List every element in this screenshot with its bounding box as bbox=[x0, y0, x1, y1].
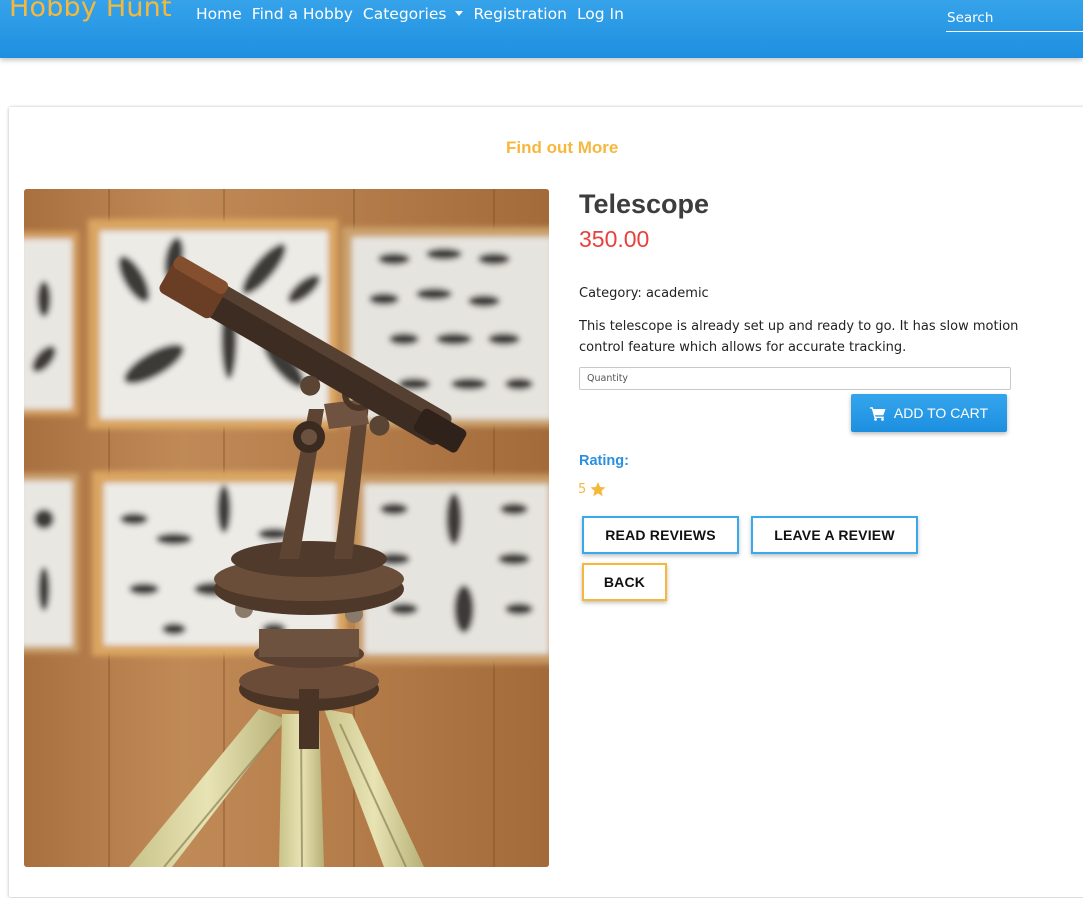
shopping-cart-icon bbox=[869, 406, 886, 421]
nav-home[interactable]: Home bbox=[196, 5, 242, 23]
navbar: Hobby Hunt Home Find a Hobby Categories … bbox=[0, 0, 1083, 58]
nav-log-in[interactable]: Log In bbox=[577, 5, 624, 23]
product-description: This telescope is already set up and rea… bbox=[579, 319, 1019, 355]
product-image bbox=[24, 189, 549, 867]
caret-down-icon bbox=[455, 11, 464, 16]
quantity-input[interactable] bbox=[579, 367, 1011, 390]
rating-number: 5 bbox=[578, 482, 587, 497]
brand-logo[interactable]: Hobby Hunt bbox=[9, 0, 172, 23]
star-icon bbox=[590, 482, 606, 497]
nav-find-a-hobby[interactable]: Find a Hobby bbox=[252, 5, 353, 23]
telescope-photo bbox=[24, 189, 549, 867]
search-input[interactable] bbox=[946, 4, 1083, 31]
rating-value: 5 bbox=[578, 482, 606, 497]
nav-links: Home Find a Hobby Categories Registratio… bbox=[196, 5, 634, 23]
product-price: 350.00 bbox=[579, 226, 650, 252]
add-to-cart-button[interactable]: ADD TO CART bbox=[851, 394, 1007, 432]
back-button[interactable]: BACK bbox=[582, 563, 667, 601]
rating-label: Rating: bbox=[579, 453, 629, 469]
read-reviews-button[interactable]: READ REVIEWS bbox=[582, 516, 739, 554]
search-box bbox=[946, 4, 1083, 32]
product-title: Telescope bbox=[579, 189, 710, 219]
section-heading: Find out More bbox=[506, 138, 619, 157]
product-category: Category: academic bbox=[579, 286, 709, 301]
leave-review-button[interactable]: LEAVE A REVIEW bbox=[751, 516, 918, 554]
nav-categories-label: Categories bbox=[362, 5, 447, 23]
add-to-cart-label: ADD TO CART bbox=[893, 405, 989, 421]
nav-registration[interactable]: Registration bbox=[473, 5, 566, 23]
nav-categories-dropdown[interactable]: Categories bbox=[363, 5, 464, 23]
